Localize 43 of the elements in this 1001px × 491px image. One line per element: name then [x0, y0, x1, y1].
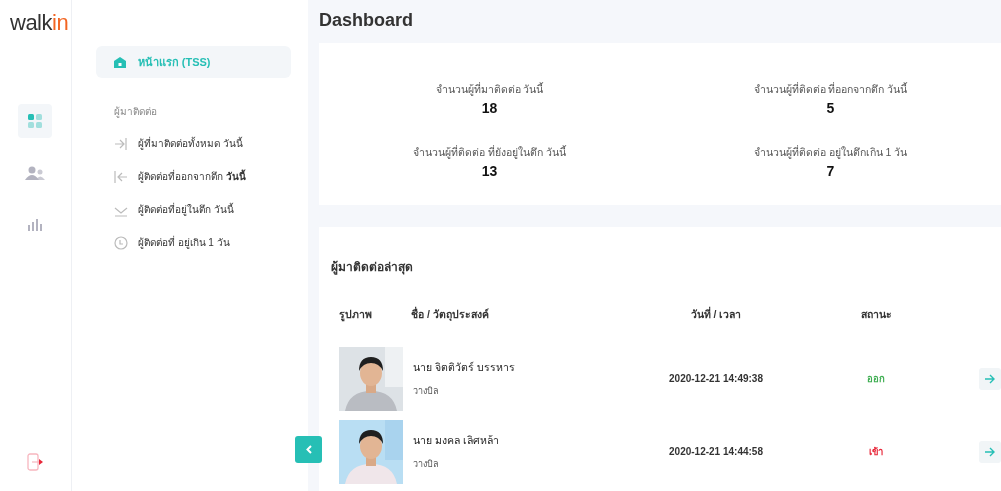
stat-label: จำนวนผู้ที่ติดต่อ อยู่ในตึกเกิน 1 วัน — [753, 144, 908, 161]
bar-chart-icon — [28, 219, 43, 231]
details-button[interactable] — [979, 440, 1001, 463]
sidebar-item[interactable]: ผู้ติดต่อที่อยู่ในตึก วันนี้ — [95, 193, 308, 226]
people-icon — [25, 166, 46, 180]
visit-status: เข้า — [868, 445, 884, 459]
column-header: วันที่ / เวลา — [689, 306, 743, 322]
column-header: ชื่อ / วัตถุประสงค์ — [410, 306, 490, 323]
sidebar-item[interactable]: ผู้ติดต่อที่ออกจากตึก วันนี้ — [95, 160, 308, 193]
clock-icon — [113, 235, 128, 250]
stat-value: 18 — [481, 100, 498, 116]
arrow-right-icon — [984, 373, 996, 384]
stat-value: 7 — [826, 163, 835, 179]
sidebar-item[interactable]: ผู้ที่มาติดต่อทั้งหมด วันนี้ — [95, 127, 308, 160]
visit-purpose: วางบิล — [413, 385, 440, 398]
visitor-name: นาย มงคล เลิศหล้า — [413, 433, 500, 448]
logo: walkin — [9, 10, 69, 36]
stat-label: จำนวนผู้ที่ติดต่อ ที่ออกจากตึก วันนี้ — [753, 81, 908, 98]
visit-time: 2020-12-21 14:44:58 — [668, 446, 764, 457]
visit-time: 2020-12-21 14:49:38 — [668, 373, 764, 384]
page-title: Dashboard — [319, 10, 415, 31]
visit-purpose: วางบิล — [413, 458, 440, 471]
collapse-button[interactable] — [295, 436, 322, 463]
dashboard-icon — [28, 114, 43, 128]
column-header: รูปภาพ — [338, 307, 373, 323]
logout-icon[interactable] — [27, 453, 44, 471]
stat-value: 13 — [481, 163, 498, 179]
section-title: ผู้มาติดต่อล่าสุด — [331, 259, 414, 276]
home-icon — [113, 56, 126, 68]
arrow-right-icon — [984, 446, 996, 457]
enter-icon — [113, 136, 128, 151]
visit-status: ออก — [866, 372, 886, 386]
rail-button[interactable] — [18, 104, 53, 138]
exit-icon — [113, 169, 128, 184]
sidebar-item[interactable]: ผู้ติดต่อที่ อยู่เกิน 1 วัน — [95, 226, 308, 259]
stat-label: จำนวนผู้ที่ติดต่อ ที่ยังอยู่ในตึก วันนี้ — [413, 144, 566, 161]
column-header: สถานะ — [859, 307, 893, 322]
chevron-left-icon — [305, 445, 312, 454]
stat-label: จำนวนผู้ที่มาติดต่อ วันนี้ — [435, 81, 544, 98]
section-label: ผู้มาติดต่อ — [113, 105, 158, 119]
stat-value: 5 — [826, 100, 835, 116]
details-button[interactable] — [979, 367, 1001, 390]
visitor-name: นาย จิตติวัตร์ บรรหาร — [413, 360, 516, 375]
